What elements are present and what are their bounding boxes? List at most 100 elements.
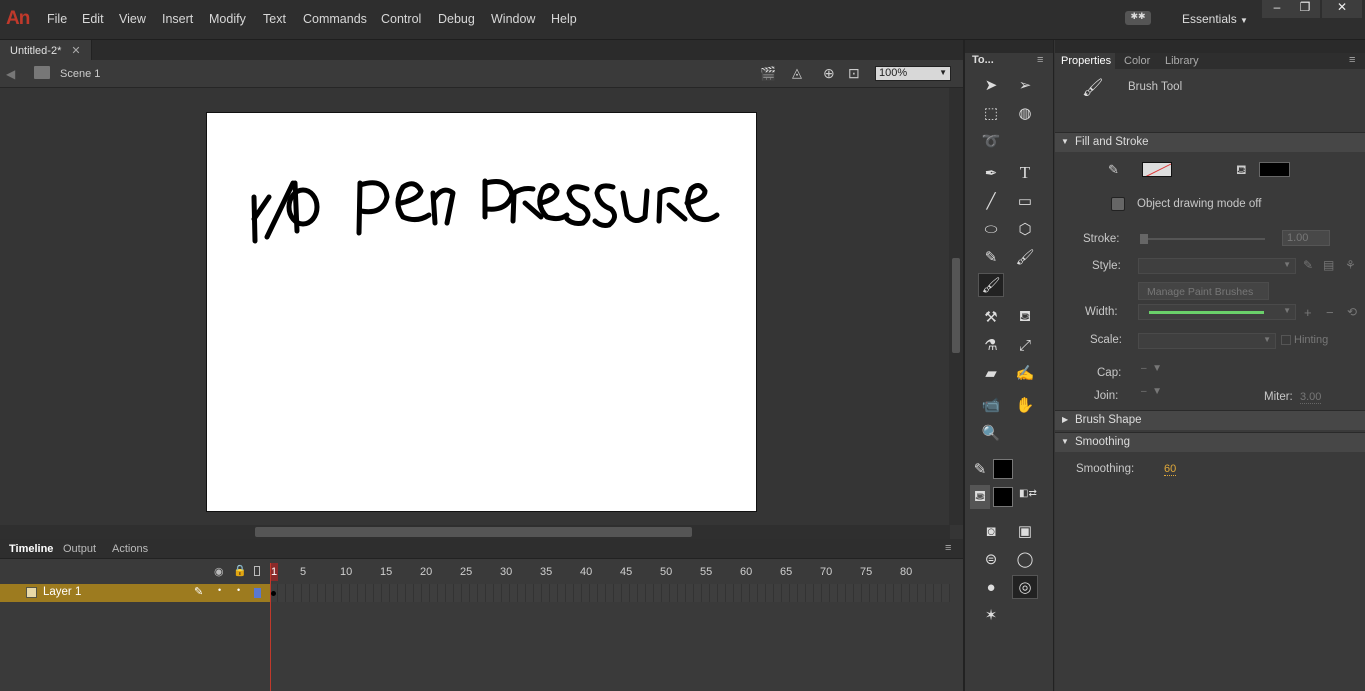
brush-size-icon[interactable]: ◯ [1012,547,1038,571]
lock-dot[interactable]: • [237,585,240,595]
zoom-select[interactable]: 100% ▼ [875,66,951,81]
width-tool-icon[interactable]: ✍ [1012,361,1038,385]
edit-symbols-icon[interactable]: ◬ [792,65,802,81]
remove-width-icon[interactable]: − [1326,305,1334,320]
line-tool-icon[interactable]: ╱ [978,189,1004,213]
document-tab[interactable]: Untitled-2* ✕ [0,40,92,60]
miter-value[interactable]: 3.00 [1300,391,1322,404]
properties-menu-icon[interactable]: ≡ [1349,54,1355,66]
layer-frames[interactable] [270,584,950,602]
menu-help[interactable]: Help [551,12,577,26]
hand-tool-icon[interactable]: ✋ [1012,393,1038,417]
stroke-slider-thumb[interactable] [1140,234,1148,244]
manage-brushes-button[interactable]: Manage Paint Brushes [1138,282,1269,300]
minimize-button[interactable]: – [1262,0,1292,18]
scene-label[interactable]: Scene 1 [60,68,100,80]
stroke-none-swatch[interactable] [1142,162,1172,177]
lock-icon[interactable]: 🔒 [233,564,247,577]
paint-brush-tool-icon[interactable]: 🖌 [1012,245,1038,269]
workspace-switcher[interactable]: Essentials ▼ [1182,12,1248,26]
visibility-dot[interactable]: • [218,585,221,595]
menu-commands[interactable]: Commands [303,12,367,26]
selection-tool-icon[interactable]: ➤ [978,73,1004,97]
back-arrow-icon[interactable]: ◀ [6,67,15,81]
edit-style-icon[interactable]: ✎ [1303,258,1313,272]
bone-tool-icon[interactable]: ⚒ [978,305,1004,329]
brush-tool-icon[interactable]: 🖌 [978,273,1004,297]
eraser-tool-icon[interactable]: ▰ [978,361,1004,385]
cap-select[interactable]: – ▼ [1141,363,1162,374]
add-width-icon[interactable]: + [1304,305,1312,320]
close-tab-icon[interactable]: ✕ [71,45,80,57]
brush-mode-icon[interactable]: ⊜ [978,547,1004,571]
stroke-value-input[interactable]: 1.00 [1282,230,1330,246]
tab-actions[interactable]: Actions [112,543,148,555]
lock-fill-icon[interactable]: ▣ [1012,519,1038,543]
swap-colors-icon[interactable]: ◧⇄ [1019,488,1037,499]
maximize-button[interactable]: ❐ [1290,0,1320,18]
sync-settings-icon[interactable]: ✱✱ [1125,11,1151,25]
menu-text[interactable]: Text [263,12,286,26]
tab-timeline[interactable]: Timeline [9,543,53,555]
stroke-slider[interactable] [1140,238,1265,240]
smoothing-value[interactable]: 60 [1164,463,1177,476]
paint-bucket-tool-icon[interactable]: ⛾ [1012,305,1038,329]
layer-name[interactable]: Layer 1 [43,586,81,598]
menu-file[interactable]: File [47,12,67,26]
menu-view[interactable]: View [119,12,146,26]
tools-menu-icon[interactable]: ≡ [1037,54,1043,66]
scale-select[interactable]: ▼ [1138,333,1276,349]
pencil-tool-icon[interactable]: ✎ [978,245,1004,269]
menu-insert[interactable]: Insert [162,12,193,26]
edit-scene-icon[interactable]: 🎬 [760,66,776,82]
eyedropper-tool-icon[interactable]: ⤢ [1012,333,1038,357]
rectangle-tool-icon[interactable]: ▭ [1012,189,1038,213]
menu-control[interactable]: Control [381,12,421,26]
smoothing-section[interactable]: ▼ Smoothing [1055,432,1365,452]
tab-output[interactable]: Output [63,543,96,555]
3d-rotation-tool-icon[interactable]: ◍ [1012,101,1038,125]
object-drawing-icon[interactable] [1111,197,1125,211]
fill-color-swatch[interactable] [993,487,1013,507]
free-transform-tool-icon[interactable]: ⬚ [978,101,1004,125]
outline-toggle-icon[interactable] [254,566,260,576]
stage-canvas[interactable] [206,112,757,512]
subselection-tool-icon[interactable]: ➢ [1012,73,1038,97]
stage-vertical-scrollbar[interactable] [949,88,963,525]
object-drawing-mode-icon[interactable]: ◙ [978,519,1004,543]
join-select[interactable]: – ▼ [1141,386,1162,397]
tab-library[interactable]: Library [1165,55,1199,67]
reset-width-icon[interactable]: ⟲ [1347,305,1357,319]
fill-color-box[interactable] [1259,162,1290,177]
menu-window[interactable]: Window [491,12,535,26]
brush-shape-icon[interactable]: ● [978,575,1004,599]
zoom-tool-icon[interactable]: 🔍 [978,421,1004,445]
layer-outline-color[interactable] [254,588,261,598]
close-window-button[interactable]: ✕ [1322,0,1362,18]
camera-tool-icon[interactable]: 📹 [978,393,1004,417]
vertical-scroll-thumb[interactable] [952,258,960,353]
text-tool-icon[interactable]: T [1012,161,1038,185]
menu-debug[interactable]: Debug [438,12,475,26]
tab-properties[interactable]: Properties [1055,53,1115,69]
ink-bottle-tool-icon[interactable]: ⚗ [978,333,1004,357]
horizontal-scroll-thumb[interactable] [255,527,692,537]
layer-row[interactable]: Layer 1 ✎ • • [0,584,270,602]
fill-and-stroke-section[interactable]: ▼ Fill and Stroke [1055,132,1365,152]
stroke-color-swatch[interactable] [993,459,1013,479]
pen-tool-icon[interactable]: ✒ [978,161,1004,185]
show-hide-eye-icon[interactable]: ◉ [214,565,224,578]
stage-horizontal-scrollbar[interactable] [0,525,950,539]
style-select[interactable]: ▼ [1138,258,1296,274]
menu-modify[interactable]: Modify [209,12,246,26]
hinting-checkbox[interactable] [1281,335,1291,345]
frame-ruler[interactable]: 1 5 10 15 20 25 30 35 40 45 50 55 60 65 … [270,563,950,583]
snap-center-icon[interactable]: ⊕ [823,65,835,82]
style-options-icon[interactable]: ▤ [1323,258,1334,272]
width-select[interactable]: ▼ [1138,304,1296,320]
oval-tool-icon[interactable]: ⬭ [978,217,1004,241]
clip-stage-icon[interactable]: ⊡ [848,65,860,82]
pressure-icon[interactable]: ◎ [1012,575,1038,599]
keyframe[interactable] [271,591,276,596]
menu-edit[interactable]: Edit [82,12,104,26]
